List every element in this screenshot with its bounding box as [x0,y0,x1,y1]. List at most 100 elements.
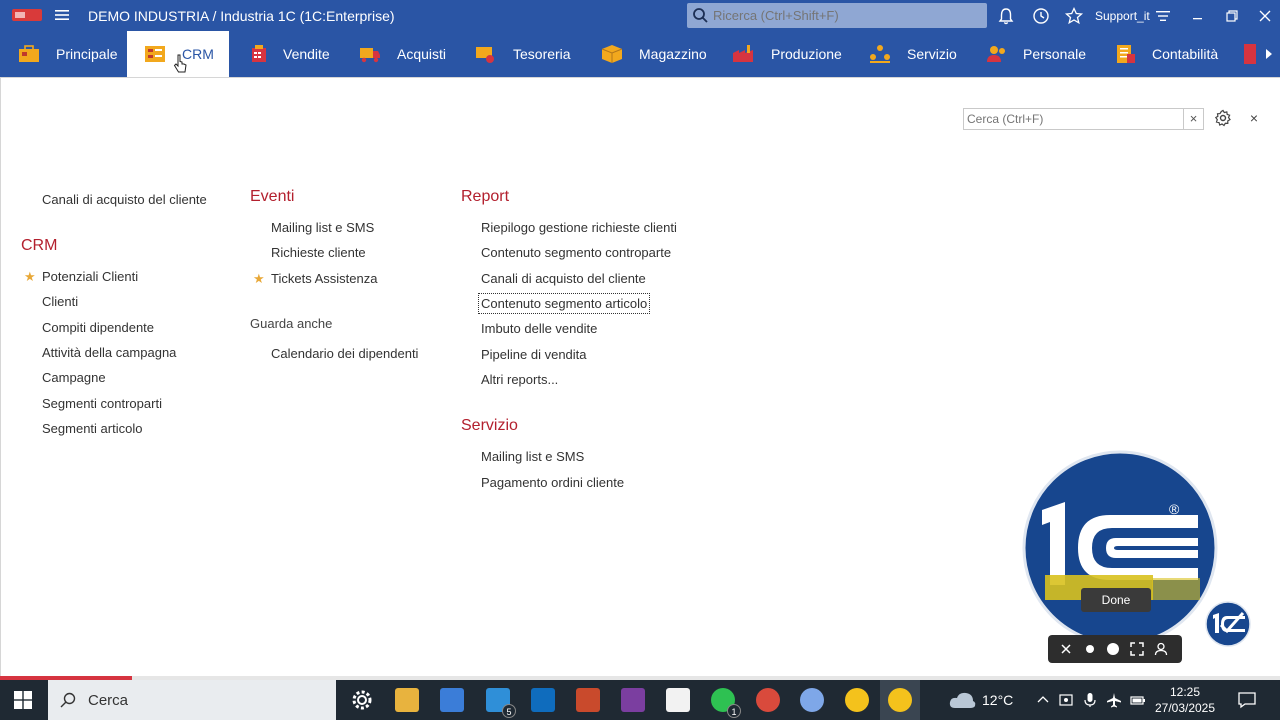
cash-register-icon [252,45,266,62]
panel-search-input[interactable] [964,109,1182,129]
link-mailing-list-sms[interactable]: Mailing list e SMS [271,220,374,235]
airplane-icon[interactable] [1106,692,1122,708]
section-vendite[interactable]: Vendite [229,31,339,77]
outlook-mail-icon[interactable]: 5 [486,688,516,718]
outlook-badge: 5 [502,704,516,718]
settings-app-icon[interactable] [350,688,374,712]
link-richieste-cliente[interactable]: Richieste cliente [271,245,366,260]
section-acquisti[interactable]: Acquisti [339,31,456,77]
link-tickets-assistenza[interactable]: Tickets Assistenza [271,271,377,286]
1c-app-active-slot[interactable] [880,680,920,720]
section-contabilita[interactable]: Contabilità [1097,31,1240,77]
1c-app-icon[interactable] [845,688,869,712]
global-search[interactable] [687,3,987,28]
section-personale[interactable]: Personale [970,31,1097,77]
link-imbuto-vendite[interactable]: Imbuto delle vendite [481,321,597,336]
link-canali-acquisto[interactable]: Canali di acquisto del cliente [42,192,207,207]
link-servizio-mailing[interactable]: Mailing list e SMS [481,449,584,464]
close-panel-button[interactable]: × [1247,111,1261,125]
briefcase-icon [19,45,39,62]
link-riepilogo-richieste[interactable]: Riepilogo gestione richieste clienti [481,220,677,235]
fullscreen-icon[interactable] [1130,642,1144,656]
small-dot-icon[interactable] [1083,642,1097,656]
battery-icon[interactable] [1130,692,1146,708]
weather-cloud-icon[interactable] [948,690,976,710]
link-segmenti-articolo[interactable]: Segmenti articolo [42,421,142,436]
people-icon [987,46,1005,62]
link-campagne[interactable]: Campagne [42,370,106,385]
onenote-icon[interactable] [621,688,645,712]
1c-erp-mini-logo[interactable] [1205,601,1251,647]
windows-start-icon[interactable] [14,691,32,709]
global-search-input[interactable] [713,6,981,25]
section-principale[interactable]: Principale [0,31,127,77]
security-tray-icon[interactable] [1058,692,1074,708]
gear-icon[interactable] [1214,109,1232,127]
paint-app-icon[interactable] [576,688,600,712]
temperature: 12°C [982,692,1014,708]
clock-date: 27/03/2025 [1154,701,1216,715]
link-calendario-dipendenti[interactable]: Calendario dei dipendenti [271,346,418,361]
link-canali-acquisto-report[interactable]: Canali di acquisto del cliente [481,271,646,286]
clock[interactable]: 12:25 27/03/2025 [1150,684,1220,716]
favorite-star-icon: ★ [253,271,265,286]
outlook-app-icon[interactable] [531,688,555,712]
microphone-icon[interactable] [1082,692,1098,708]
notifications-icon[interactable] [1238,691,1256,709]
mouse-cursor-icon [173,54,187,73]
truck-icon [360,48,380,63]
section-crm[interactable]: CRM [127,31,229,77]
close-recording-icon[interactable] [1059,642,1073,656]
section-servizio[interactable]: Servizio [854,31,970,77]
link-contenuto-segmento-controparte[interactable]: Contenuto segmento controparte [481,245,671,260]
panel-search[interactable]: × [963,108,1204,130]
header-crm: CRM [21,237,58,254]
section-produzione[interactable]: Produzione [715,31,854,77]
app-logo-icon[interactable] [12,7,42,23]
link-attivita-campagna[interactable]: Attività della campagna [42,345,176,360]
restore-icon[interactable] [1222,6,1242,26]
section-magazzino[interactable]: Magazzino [582,31,715,77]
hamburger-menu-icon[interactable] [54,7,70,23]
title-bar: DEMO INDUSTRIA / Industria 1C (1C:Enterp… [0,0,1280,31]
whatsapp-badge: 1 [727,704,741,718]
bell-icon[interactable] [996,6,1016,26]
file-explorer-icon[interactable] [395,688,419,712]
link-contenuto-segmento-articolo[interactable]: Contenuto segmento articolo [477,293,651,314]
settings-lines-icon[interactable] [1153,6,1173,26]
next-section-icon [1244,44,1256,64]
treasury-icon [476,47,494,63]
link-potenziali-clienti[interactable]: Potenziali Clienti [42,269,138,284]
snagit-icon[interactable] [666,688,690,712]
taskbar-search[interactable]: Cerca [48,680,336,720]
user-icon[interactable] [1154,642,1168,656]
snowflake-app-icon[interactable] [800,688,824,712]
header-guarda-anche: Guarda anche [250,316,333,331]
accounting-icon [1117,45,1135,63]
star-favorites-icon[interactable] [1064,6,1084,26]
section-scroll-right[interactable] [1258,31,1280,77]
link-pipeline-vendita[interactable]: Pipeline di vendita [481,347,587,362]
clear-search-button[interactable]: × [1183,109,1203,129]
microsoft-store-icon[interactable] [440,688,464,712]
link-compiti-dipendente[interactable]: Compiti dipendente [42,320,154,335]
link-clienti[interactable]: Clienti [42,294,78,309]
section-tesoreria[interactable]: Tesoreria [456,31,582,77]
minimize-icon[interactable] [1188,6,1208,26]
chevron-right-icon [1266,49,1272,59]
link-pagamento-ordini[interactable]: Pagamento ordini cliente [481,475,624,490]
recording-toolbar [1048,635,1182,663]
large-dot-icon[interactable] [1106,642,1120,656]
link-altri-reports[interactable]: Altri reports... [481,372,558,387]
user-name[interactable]: Support_it [1095,9,1150,23]
chrome-icon[interactable] [756,688,780,712]
search-icon [693,8,708,23]
header-eventi: Eventi [250,188,295,205]
chevron-up-icon[interactable] [1035,692,1051,708]
whatsapp-icon[interactable]: 1 [711,688,741,718]
close-window-icon[interactable] [1255,6,1275,26]
1c-app-active-icon [888,688,912,712]
link-segmenti-controparti[interactable]: Segmenti controparti [42,396,162,411]
history-icon[interactable] [1031,6,1051,26]
box-icon [601,45,623,63]
